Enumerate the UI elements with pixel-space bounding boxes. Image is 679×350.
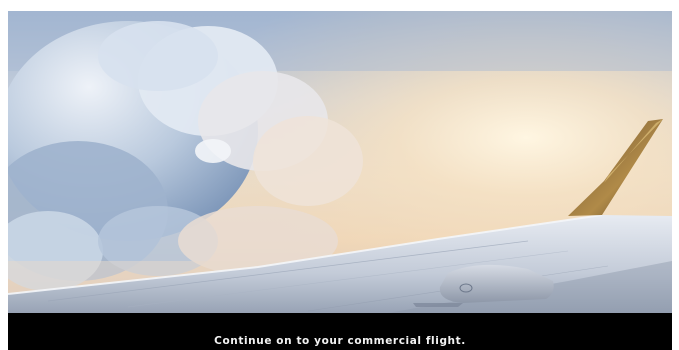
- airplane-wing-illustration: [8, 11, 672, 313]
- caption-text: Continue on to your commercial flight.: [214, 335, 466, 347]
- video-frame: Continue on to your commercial flight.: [0, 0, 679, 350]
- caption-bar: Continue on to your commercial flight.: [8, 313, 672, 350]
- airplane-wing-scene: [8, 11, 672, 313]
